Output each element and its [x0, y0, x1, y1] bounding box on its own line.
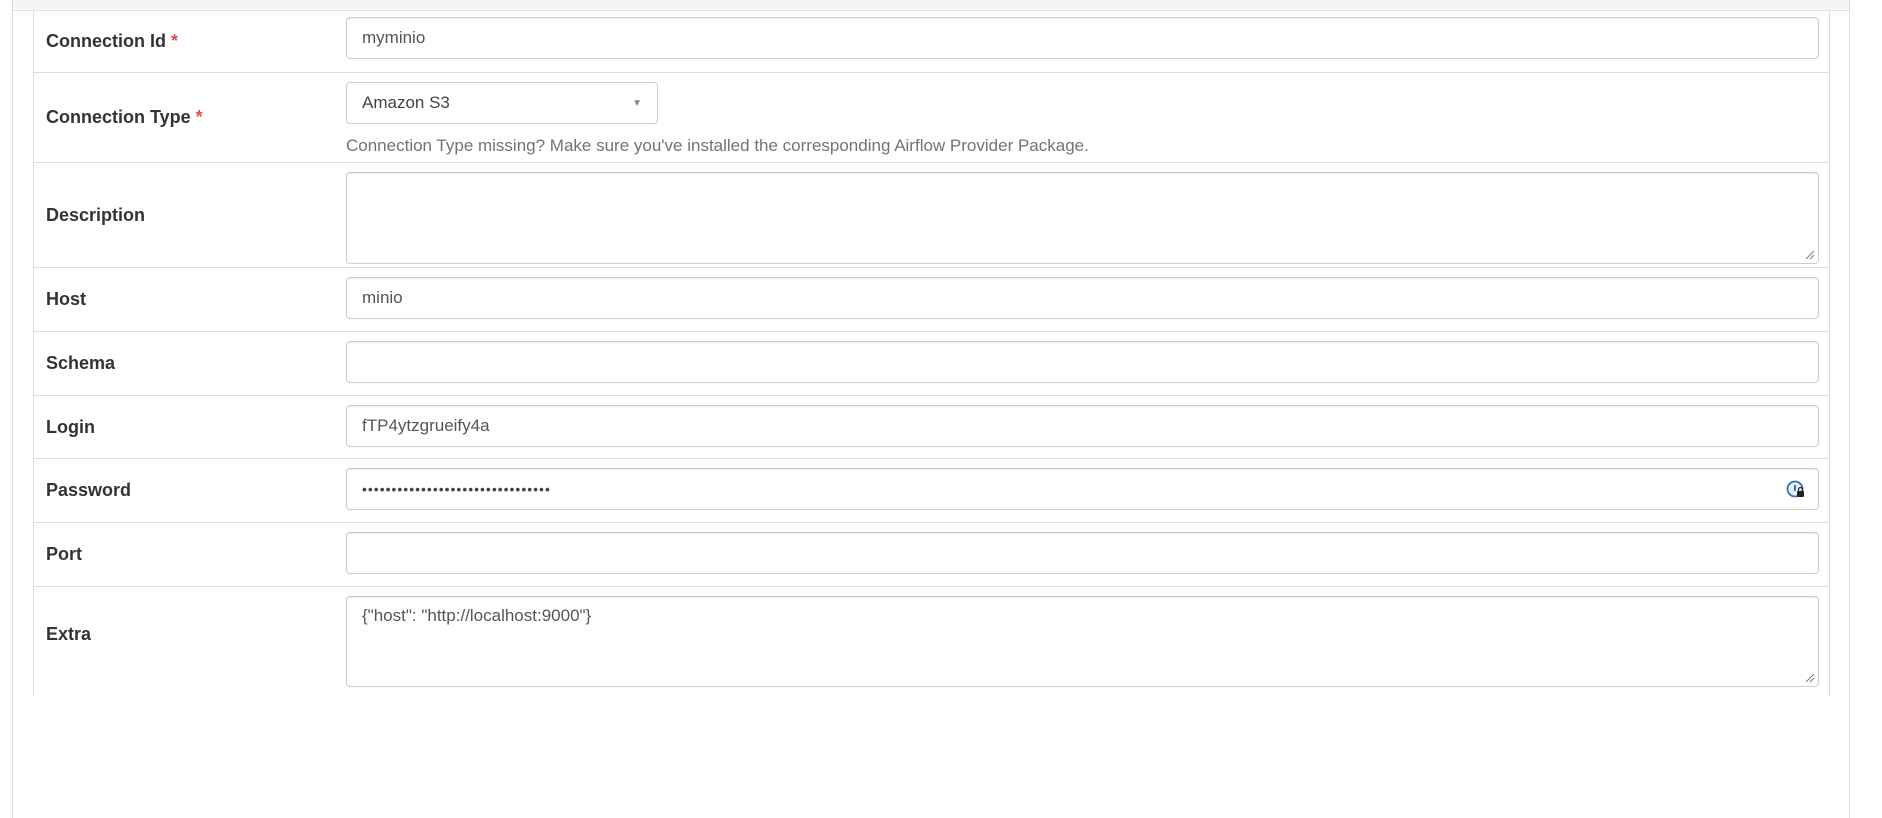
connection-type-selected: Amazon S3: [362, 93, 450, 112]
row-connection-type: Connection Type * Amazon S3 ▼ Connection…: [34, 72, 1829, 162]
login-input[interactable]: fTP4ytzgrueify4a: [346, 405, 1819, 447]
host-value: minio: [362, 288, 403, 307]
port-input[interactable]: [346, 532, 1819, 574]
host-input[interactable]: minio: [346, 277, 1819, 319]
caret-down-icon: ▼: [632, 97, 642, 109]
login-label: Login: [46, 416, 95, 437]
connection-type-help: Connection Type missing? Make sure you'v…: [346, 136, 1089, 155]
password-manager-icon[interactable]: [1786, 480, 1806, 500]
schema-label: Schema: [46, 353, 116, 373]
connection-type-select[interactable]: Amazon S3 ▼: [346, 82, 658, 124]
connection-form: Connection Id * myminio Connection Type …: [33, 10, 1830, 696]
port-label: Port: [46, 544, 82, 564]
row-connection-id: Connection Id * myminio: [34, 10, 1829, 72]
row-password: Password •••••••••••••••••••••••••••••••…: [34, 458, 1829, 522]
connection-id-label: Connection Id *: [46, 30, 179, 51]
extra-label: Extra: [46, 624, 92, 644]
resize-grip-icon[interactable]: [1805, 250, 1815, 260]
password-label: Password: [46, 480, 132, 500]
password-masked-value: ••••••••••••••••••••••••••••••••: [362, 481, 551, 497]
row-host: Host minio: [34, 267, 1829, 331]
description-textarea[interactable]: [346, 172, 1819, 264]
row-description: Description: [34, 162, 1829, 267]
page-frame: Connection Id * myminio Connection Type …: [12, 0, 1850, 818]
extra-textarea[interactable]: {"host": "http://localhost:9000"}: [346, 596, 1819, 687]
password-input[interactable]: ••••••••••••••••••••••••••••••••: [346, 468, 1819, 510]
required-marker: *: [195, 107, 203, 127]
required-marker: *: [171, 30, 179, 51]
row-extra: Extra {"host": "http://localhost:9000"}: [34, 586, 1829, 696]
schema-input[interactable]: [346, 341, 1819, 383]
row-schema: Schema: [34, 331, 1829, 395]
connection-id-value: myminio: [362, 28, 426, 47]
description-label: Description: [46, 204, 146, 225]
connection-type-label: Connection Type *: [46, 107, 203, 127]
login-value: fTP4ytzgrueify4a: [362, 416, 490, 435]
extra-value: {"host": "http://localhost:9000"}: [362, 606, 592, 625]
host-label: Host: [46, 289, 86, 309]
row-port: Port: [34, 522, 1829, 586]
resize-grip-icon[interactable]: [1805, 673, 1815, 683]
row-login: Login fTP4ytzgrueify4a: [34, 395, 1829, 458]
connection-id-input[interactable]: myminio: [346, 17, 1819, 59]
